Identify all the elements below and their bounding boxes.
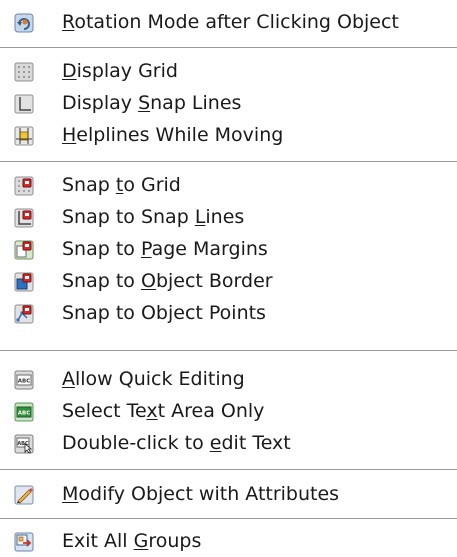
menu-item-display-snap-lines[interactable]: Display Snap Lines xyxy=(0,87,457,119)
menu-item-snap-to-snap-lines[interactable]: Snap to Snap Lines xyxy=(0,201,457,233)
select-text-area-icon: ABC xyxy=(14,402,34,422)
menu-separator xyxy=(0,469,457,470)
menu-separator xyxy=(0,518,457,519)
menu-separator xyxy=(0,161,457,162)
menu-item-label: Rotation Mode after Clicking Object xyxy=(62,11,399,33)
menu-item-label: Exit All Groups xyxy=(62,530,202,552)
menu-item-double-click-edit-text[interactable]: ABC Double-click to edit Text xyxy=(0,427,457,459)
svg-text:ABC: ABC xyxy=(18,411,31,417)
menu-item-helplines-while-moving[interactable]: Helplines While Moving xyxy=(0,119,457,151)
snap-to-snap-lines-icon xyxy=(14,208,34,228)
context-menu: Rotation Mode after Clicking Object Disp… xyxy=(0,0,457,553)
exit-all-groups-icon xyxy=(14,532,34,552)
menu-item-label: Snap to Page Margins xyxy=(62,238,268,260)
menu-item-label: Snap to Grid xyxy=(62,174,181,196)
snap-to-grid-icon xyxy=(14,176,34,196)
menu-item-label: Allow Quick Editing xyxy=(62,368,245,390)
menu-item-display-grid[interactable]: Display Grid xyxy=(0,55,457,87)
menu-item-rotation-mode[interactable]: Rotation Mode after Clicking Object xyxy=(0,6,457,38)
menu-item-label: Snap to Object Points xyxy=(62,302,266,324)
menu-item-modify-object-with-attributes[interactable]: Modify Object with Attributes xyxy=(0,478,457,510)
menu-separator xyxy=(0,350,457,351)
snap-to-object-border-icon xyxy=(14,272,34,292)
modify-object-attributes-icon xyxy=(14,485,34,505)
menu-item-snap-to-object-points[interactable]: Snap to Object Points xyxy=(0,297,457,329)
helplines-icon xyxy=(14,126,34,146)
menu-item-label: Helplines While Moving xyxy=(62,124,284,146)
snap-to-page-margins-icon xyxy=(14,240,34,260)
menu-separator xyxy=(0,47,457,48)
menu-item-select-text-area-only[interactable]: ABC Select Text Area Only xyxy=(0,395,457,427)
menu-item-label: Modify Object with Attributes xyxy=(62,483,340,505)
menu-item-label: Display Grid xyxy=(62,60,178,82)
svg-text:ABC: ABC xyxy=(18,379,31,385)
rotation-icon xyxy=(14,13,34,33)
double-click-edit-text-icon: ABC xyxy=(14,434,34,454)
menu-item-label: Select Text Area Only xyxy=(62,400,265,422)
allow-quick-editing-icon: ABC xyxy=(14,370,34,390)
menu-item-label: Snap to Object Border xyxy=(62,270,273,292)
menu-item-label: Snap to Snap Lines xyxy=(62,206,245,228)
menu-item-label: Double-click to edit Text xyxy=(62,432,291,454)
grid-icon xyxy=(14,62,34,82)
menu-item-snap-to-page-margins[interactable]: Snap to Page Margins xyxy=(0,233,457,265)
menu-item-snap-to-object-border[interactable]: Snap to Object Border xyxy=(0,265,457,297)
menu-item-label: Display Snap Lines xyxy=(62,92,242,114)
menu-item-exit-all-groups[interactable]: Exit All Groups xyxy=(0,525,457,557)
snap-lines-icon xyxy=(14,94,34,114)
menu-item-allow-quick-editing[interactable]: ABC Allow Quick Editing xyxy=(0,363,457,395)
menu-item-snap-to-grid[interactable]: Snap to Grid xyxy=(0,169,457,201)
snap-to-object-points-icon xyxy=(14,304,34,324)
